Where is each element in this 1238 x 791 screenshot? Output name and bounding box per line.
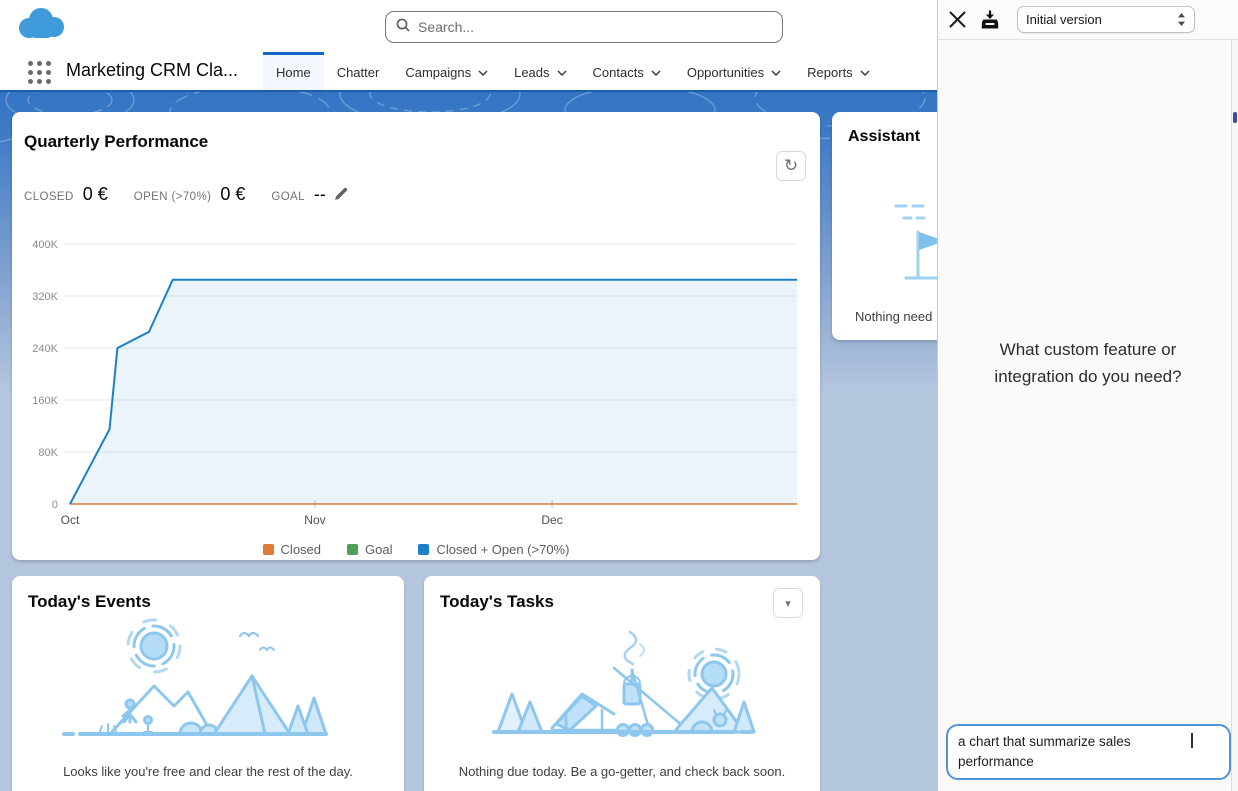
salesforce-logo: [16, 6, 66, 47]
version-select[interactable]: Initial version: [1017, 6, 1195, 33]
app-name[interactable]: Marketing CRM Cla...: [66, 60, 238, 81]
tab-chatter[interactable]: Chatter: [324, 52, 393, 90]
performance-stats: CLOSED 0 € OPEN (>70%) 0 € GOAL --: [24, 184, 374, 205]
campfire-illustration: [482, 618, 762, 748]
refresh-button[interactable]: ↻: [776, 151, 806, 181]
tab-reports[interactable]: Reports: [794, 52, 883, 90]
chevron-down-icon[interactable]: [771, 70, 781, 76]
chart-legend: Closed Goal Closed + Open (>70%): [12, 542, 820, 557]
global-search[interactable]: [385, 11, 783, 43]
stat-closed: CLOSED 0 €: [24, 184, 108, 205]
tab-home[interactable]: Home: [263, 52, 324, 90]
svg-text:Nov: Nov: [304, 513, 325, 527]
legend-swatch: [263, 544, 274, 555]
stat-goal: GOAL --: [271, 184, 348, 205]
assistant-empty-text: Nothing need: [855, 309, 932, 324]
card-title: Today's Tasks: [440, 592, 554, 612]
svg-text:0: 0: [52, 499, 58, 511]
legend-swatch: [418, 544, 429, 555]
builder-panel: Initial version What custom feature or i…: [937, 0, 1238, 791]
todays-tasks-card: Today's Tasks ▾: [424, 576, 820, 791]
edit-goal-icon[interactable]: [334, 187, 348, 206]
tab-leads[interactable]: Leads: [501, 52, 579, 90]
import-icon[interactable]: [979, 9, 1001, 31]
refresh-icon: ↻: [784, 156, 798, 176]
tab-campaigns[interactable]: Campaigns: [392, 52, 501, 90]
close-icon[interactable]: [947, 9, 968, 30]
tasks-empty-text: Nothing due today. Be a go-getter, and c…: [424, 764, 820, 779]
global-header: Marketing CRM Cla... Home Chatter Campai…: [0, 0, 937, 90]
card-title: Today's Events: [28, 592, 151, 612]
quarterly-chart-svg: 400K 320K 240K 160K 80K 0Oct Nov Dec: [24, 234, 808, 530]
svg-text:Oct: Oct: [61, 513, 80, 527]
chevron-down-icon[interactable]: [651, 70, 661, 76]
select-stepper-icon: [1177, 12, 1186, 27]
salesforce-crm-window: Marketing CRM Cla... Home Chatter Campai…: [0, 0, 1238, 791]
svg-text:400K: 400K: [32, 239, 58, 251]
chevron-down-icon[interactable]: [478, 70, 488, 76]
svg-text:Dec: Dec: [541, 513, 562, 527]
nav-tabs: Home Chatter Campaigns Leads Contacts Op…: [263, 52, 883, 90]
legend-swatch: [347, 544, 358, 555]
svg-text:320K: 320K: [32, 291, 58, 303]
chat-input[interactable]: a chart that summarize sales performance: [946, 724, 1231, 780]
card-title: Assistant: [848, 128, 920, 146]
panel-header: Initial version: [938, 0, 1238, 40]
tasks-menu-button[interactable]: ▾: [773, 588, 803, 618]
svg-text:80K: 80K: [38, 447, 58, 459]
legend-item-closed[interactable]: Closed: [263, 542, 321, 557]
chevron-down-icon[interactable]: [557, 70, 567, 76]
panel-scrollbar[interactable]: [1231, 40, 1238, 791]
app-launcher-icon[interactable]: [28, 61, 51, 84]
camping-illustration: [62, 612, 352, 752]
todays-events-card: Today's Events: [12, 576, 404, 791]
panel-prompt: What custom feature or integration do yo…: [968, 336, 1208, 390]
dropdown-arrow-icon: ▾: [785, 597, 791, 610]
search-icon: [396, 18, 410, 37]
chevron-down-icon[interactable]: [860, 70, 870, 76]
legend-item-closed-open[interactable]: Closed + Open (>70%): [418, 542, 569, 557]
tab-contacts[interactable]: Contacts: [580, 52, 674, 90]
legend-item-goal[interactable]: Goal: [347, 542, 392, 557]
svg-text:160K: 160K: [32, 395, 58, 407]
search-input[interactable]: [418, 19, 772, 35]
chat-input-text: a chart that summarize sales performance: [958, 732, 1190, 772]
events-empty-text: Looks like you're free and clear the res…: [12, 764, 404, 779]
stat-open: OPEN (>70%) 0 €: [134, 184, 246, 205]
text-caret: [1191, 733, 1193, 748]
card-title: Quarterly Performance: [24, 132, 208, 152]
quarterly-performance-card: Quarterly Performance ↻ CLOSED 0 € OPEN …: [12, 112, 820, 560]
tab-opportunities[interactable]: Opportunities: [674, 52, 794, 90]
svg-text:240K: 240K: [32, 343, 58, 355]
scrollbar-thumb[interactable]: [1233, 112, 1237, 123]
